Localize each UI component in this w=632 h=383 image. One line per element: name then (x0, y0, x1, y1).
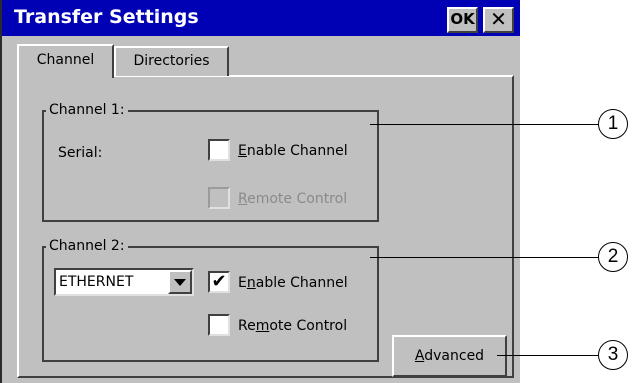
channel-2-protocol-value: ETHERNET (59, 274, 134, 290)
advanced-button[interactable]: Advanced (392, 335, 507, 377)
channel-2-group (42, 246, 379, 362)
channel-1-enable-label[interactable]: Enable Channel (238, 142, 348, 160)
title-bar: Transfer Settings OK ✕ (2, 0, 520, 36)
callout-line-2 (370, 257, 598, 258)
tab-directories[interactable]: Directories (114, 46, 229, 76)
channel-1-enable-checkbox[interactable] (208, 139, 230, 161)
callout-line-1 (370, 124, 598, 125)
callout-3: 3 (598, 340, 628, 370)
tab-channel[interactable]: Channel (17, 44, 114, 78)
close-icon[interactable]: ✕ (483, 7, 514, 33)
window-title: Transfer Settings (14, 6, 199, 28)
channel-2-remote-control-label[interactable]: Remote Control (238, 317, 347, 335)
callout-line-3 (497, 355, 598, 356)
channel-1-remote-control-checkbox (208, 187, 230, 209)
transfer-settings-window: Transfer Settings OK ✕ Directories Chann… (0, 0, 520, 383)
callout-1: 1 (598, 109, 628, 139)
callout-2: 2 (598, 242, 628, 272)
channel-2-enable-label[interactable]: Enable Channel (238, 274, 348, 292)
chevron-down-icon[interactable] (168, 270, 192, 294)
channel-1-legend: Channel 1: (46, 101, 128, 119)
channel-2-protocol-dropdown[interactable]: ETHERNET (54, 268, 194, 296)
ok-button[interactable]: OK (447, 7, 478, 33)
channel-2-remote-control-checkbox[interactable] (208, 314, 230, 336)
serial-label: Serial: (58, 145, 103, 161)
channel-2-legend: Channel 2: (46, 237, 128, 255)
channel-2-enable-checkbox[interactable]: ✔ (208, 271, 230, 293)
channel-1-remote-control-label: Remote Control (238, 191, 348, 207)
